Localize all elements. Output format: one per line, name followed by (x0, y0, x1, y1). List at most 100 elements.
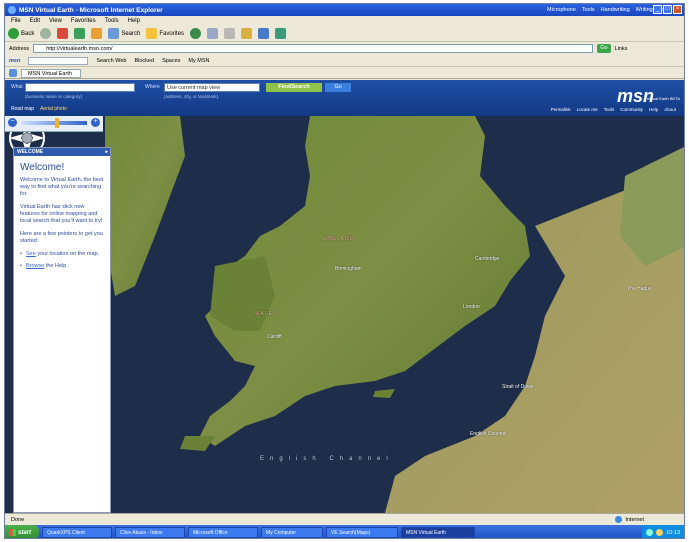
road-map-tab[interactable]: Road map (11, 106, 34, 112)
home-icon[interactable] (91, 28, 103, 39)
welcome-intro: Welcome to Virtual Earth, the best way t… (20, 177, 104, 197)
edit-icon[interactable] (241, 28, 253, 39)
windows-taskbar: start QuarkXPS Client Clive Akass - Inbo… (5, 525, 684, 538)
search-button[interactable]: Search (108, 28, 140, 39)
taskbar-item-inbox[interactable]: Clive Akass - Inbox (115, 527, 186, 538)
map-label-english-channel-fr: English Channel (470, 431, 507, 437)
browse-help-link[interactable]: Browse (26, 263, 44, 269)
tools-link[interactable]: Tools (604, 107, 615, 112)
spaces-button[interactable]: Spaces (162, 58, 180, 64)
map-label-strait-of-dover: Strait of Dover (502, 384, 534, 390)
zoom-in-button[interactable]: + (91, 118, 100, 127)
back-button[interactable]: Back (8, 28, 34, 39)
tools-button[interactable]: Tools (582, 7, 595, 13)
map-label-cambridge: Cambridge (475, 256, 500, 262)
links-button[interactable]: Links (615, 46, 628, 52)
locate-me-link[interactable]: Locate me (577, 107, 598, 112)
where-label: Where (145, 84, 160, 90)
find-search-button[interactable]: Find/Search (266, 83, 322, 92)
print-icon[interactable] (224, 28, 236, 39)
messenger-icon[interactable] (275, 28, 287, 39)
list-item: See your location on the map. (20, 251, 104, 258)
close-button[interactable]: × (673, 5, 682, 14)
windows-flag-icon (9, 529, 16, 536)
clock: 10:13 (666, 529, 680, 536)
system-tray: 10:13 (642, 525, 684, 538)
ie-icon (8, 6, 16, 14)
menu-favorites[interactable]: Favorites (71, 18, 96, 24)
tab-msn-virtual-earth[interactable]: MSN Virtual Earth (21, 68, 81, 78)
menu-help[interactable]: Help (128, 18, 140, 24)
zoom-slider-track[interactable] (21, 121, 87, 125)
title-bar: MSN Virtual Earth - Microsoft Internet E… (5, 4, 684, 16)
zoom-out-button[interactable]: − (8, 118, 17, 127)
see-location-link[interactable]: See (26, 251, 36, 257)
discuss-icon[interactable] (258, 28, 270, 39)
msn-toolbar: msn Search Web Blocked Spaces My MSN (5, 55, 684, 67)
tab-bar: MSN Virtual Earth (5, 68, 684, 79)
taskbar-item-my-computer[interactable]: My Computer (261, 527, 324, 538)
list-item: Browse the Help. (20, 263, 104, 270)
aerial-photo-tab[interactable]: Aerial photo (40, 106, 67, 112)
star-icon (146, 28, 158, 39)
what-hint: (business name or category) (25, 94, 83, 99)
map-view-switcher: Road map Aerial photo (11, 106, 67, 112)
history-icon[interactable] (190, 28, 202, 39)
favorites-button[interactable]: Favorites (146, 28, 184, 39)
status-text: Done (11, 516, 25, 523)
mail-icon[interactable] (207, 28, 219, 39)
taskbar-item-office[interactable]: Microsoft Office (188, 527, 259, 538)
menu-file[interactable]: File (11, 18, 21, 24)
ve-go-button[interactable]: Go (325, 83, 351, 92)
msn-search-field[interactable] (28, 56, 89, 65)
help-link[interactable]: Help (649, 107, 658, 112)
taskbar-item-ve-search[interactable]: VE Search(Maps) (326, 527, 399, 538)
map-label-cardiff: Cardiff (267, 334, 282, 340)
menu-tools[interactable]: Tools (105, 18, 119, 24)
back-arrow-icon (8, 28, 19, 39)
browse-help-text: the Help. (44, 263, 68, 269)
volume-icon[interactable] (656, 529, 664, 536)
zoom-control[interactable]: − + (5, 116, 103, 132)
community-link[interactable]: Community (620, 107, 643, 112)
what-input[interactable] (25, 83, 135, 92)
welcome-panel-header: WELCOME ▸ (14, 148, 110, 156)
search-web-button[interactable]: Search Web (96, 58, 126, 64)
popup-blocked-button[interactable]: Blocked (134, 58, 154, 64)
address-input[interactable]: http://virtualearth.msn.com/ (33, 44, 594, 53)
new-tab-icon[interactable] (9, 69, 17, 77)
ie-status-bar: Done Internet (5, 513, 684, 525)
permalink-link[interactable]: Permalink (551, 107, 571, 112)
collapse-icon[interactable]: ▸ (105, 148, 108, 156)
map-label-england: ENGLAND (323, 236, 355, 242)
where-input[interactable]: Use current map view (164, 83, 260, 92)
menu-edit[interactable]: Edit (30, 18, 40, 24)
back-label: Back (21, 30, 35, 37)
network-icon[interactable] (646, 529, 654, 536)
taskbar-item-virtual-earth[interactable]: MSN Virtual Earth (401, 527, 476, 538)
what-label: What (11, 84, 23, 90)
menu-bar: File Edit View Favorites Tools Help (5, 16, 684, 26)
refresh-icon[interactable] (74, 28, 86, 39)
virtual-earth-beta-label: Virtual Earth BETA (646, 96, 680, 101)
my-msn-button[interactable]: My MSN (188, 58, 209, 64)
zoom-slider-thumb[interactable] (55, 118, 59, 128)
handwriting-button[interactable]: Handwriting (601, 7, 630, 13)
menu-view[interactable]: View (49, 18, 62, 24)
welcome-title: Welcome! (20, 162, 65, 173)
about-link[interactable]: About (664, 107, 676, 112)
microphone-button[interactable]: Microphone (547, 7, 576, 13)
maximize-button[interactable]: □ (663, 5, 672, 14)
minimize-button[interactable]: _ (653, 5, 662, 14)
taskbar-item-quarkxps[interactable]: QuarkXPS Client (42, 527, 113, 538)
start-label: start (18, 529, 32, 536)
stop-icon[interactable] (57, 28, 69, 39)
forward-button[interactable] (40, 28, 52, 39)
security-zone: Internet (615, 516, 644, 523)
ve-header-links: Permalink Locate me Tools Community Help… (551, 107, 676, 112)
favorites-label: Favorites (159, 30, 185, 37)
start-button[interactable]: start (5, 525, 40, 538)
search-icon (108, 28, 120, 39)
where-hint: (address, city, or landmark) (164, 94, 219, 99)
go-button[interactable]: Go (597, 44, 611, 53)
